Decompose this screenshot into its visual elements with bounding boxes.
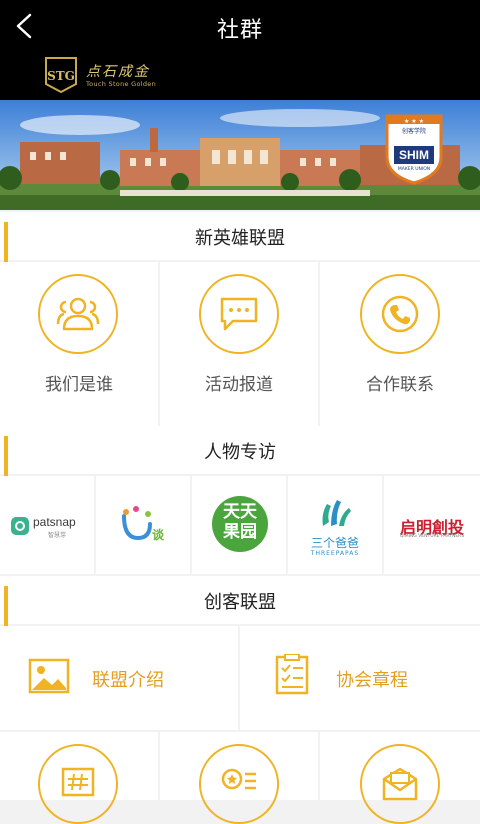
association-charter-tile[interactable]: 协会章程 bbox=[240, 626, 480, 730]
event-reports-tile[interactable]: 活动报道 bbox=[160, 262, 318, 426]
icon-circle bbox=[360, 274, 440, 354]
section-title: 创客联盟 bbox=[204, 592, 276, 613]
section-title: 人物专访 bbox=[204, 442, 276, 463]
tile-label: 联盟介绍 bbox=[92, 670, 164, 691]
qiming-logo-tile[interactable]: 启明創投 QIMING VENTURE PARTNERS bbox=[384, 476, 480, 574]
patsnap-sub: 智慧芽 bbox=[48, 532, 67, 539]
guoyuan-line2: 果园 bbox=[223, 522, 257, 542]
checklist-icon bbox=[275, 654, 309, 695]
svg-text:★ ★ ★: ★ ★ ★ bbox=[404, 118, 424, 125]
qiming-sub: QIMING VENTURE PARTNERS bbox=[399, 534, 465, 539]
award-list-icon bbox=[221, 768, 256, 790]
section-header-interviews: 人物专访 bbox=[0, 426, 480, 476]
three-papas-text: 三个爸爸 bbox=[310, 536, 359, 550]
icon-circle bbox=[38, 274, 118, 354]
picture-icon bbox=[28, 658, 70, 694]
topic-tile[interactable] bbox=[0, 732, 158, 824]
awards-tile[interactable] bbox=[160, 732, 318, 824]
section-title: 新英雄联盟 bbox=[195, 228, 285, 249]
icon-circle bbox=[38, 744, 118, 824]
hashtag-icon bbox=[61, 767, 95, 797]
brand-name-en: Touch Stone Golden bbox=[86, 80, 157, 88]
patsnap-logo-tile[interactable]: patsnap 智慧芽 bbox=[0, 476, 94, 574]
tan-logo-tile[interactable]: 谈 bbox=[96, 476, 190, 574]
three-papas-logo-tile[interactable]: 三个爸爸 THREEPAPAS bbox=[288, 476, 382, 574]
badge-main-text: SHIM bbox=[394, 146, 434, 164]
tan-text: 谈 bbox=[152, 528, 165, 542]
badge-top-text: 创客学院 bbox=[401, 128, 426, 135]
contact-tile[interactable]: 合作联系 bbox=[320, 262, 480, 426]
three-papas-sub: THREEPAPAS bbox=[310, 550, 360, 557]
icon-circle bbox=[199, 274, 279, 354]
tile-label: 我们是谁 bbox=[45, 375, 113, 395]
section-header-maker-union: 创客联盟 bbox=[0, 576, 480, 626]
tiantian-guoyuan-logo-tile[interactable]: 天天 果园 bbox=[192, 476, 286, 574]
badge-sub-text: MAKER UNION bbox=[397, 167, 431, 172]
phone-icon bbox=[381, 295, 419, 333]
who-we-are-tile[interactable]: 我们是谁 bbox=[0, 262, 158, 426]
people-icon bbox=[56, 297, 100, 331]
stg-logo: STG bbox=[45, 57, 77, 94]
tile-label: 协会章程 bbox=[336, 670, 408, 691]
brand-name-cn: 点石成金 bbox=[86, 64, 150, 80]
brand-bar: STG 点石成金 Touch Stone Golden bbox=[0, 52, 480, 100]
logo-text: STG bbox=[47, 69, 75, 83]
patsnap-text: patsnap bbox=[33, 515, 76, 529]
icon-circle bbox=[360, 744, 440, 824]
page-title: 社群 bbox=[216, 18, 263, 43]
mail-tile[interactable] bbox=[320, 732, 480, 824]
envelope-icon bbox=[382, 767, 418, 801]
chat-bubble-icon bbox=[220, 297, 258, 331]
guoyuan-line1: 天天 bbox=[223, 502, 257, 522]
union-intro-tile[interactable]: 联盟介绍 bbox=[0, 626, 238, 730]
tile-label: 活动报道 bbox=[205, 375, 273, 395]
icon-circle bbox=[199, 744, 279, 824]
patsnap-mark-icon bbox=[11, 517, 29, 535]
three-papas-hands-icon bbox=[322, 500, 351, 526]
section-header-new-hero: 新英雄联盟 bbox=[0, 212, 480, 262]
top-nav-bar: 社群 bbox=[0, 0, 480, 52]
tile-label: 合作联系 bbox=[366, 375, 434, 395]
